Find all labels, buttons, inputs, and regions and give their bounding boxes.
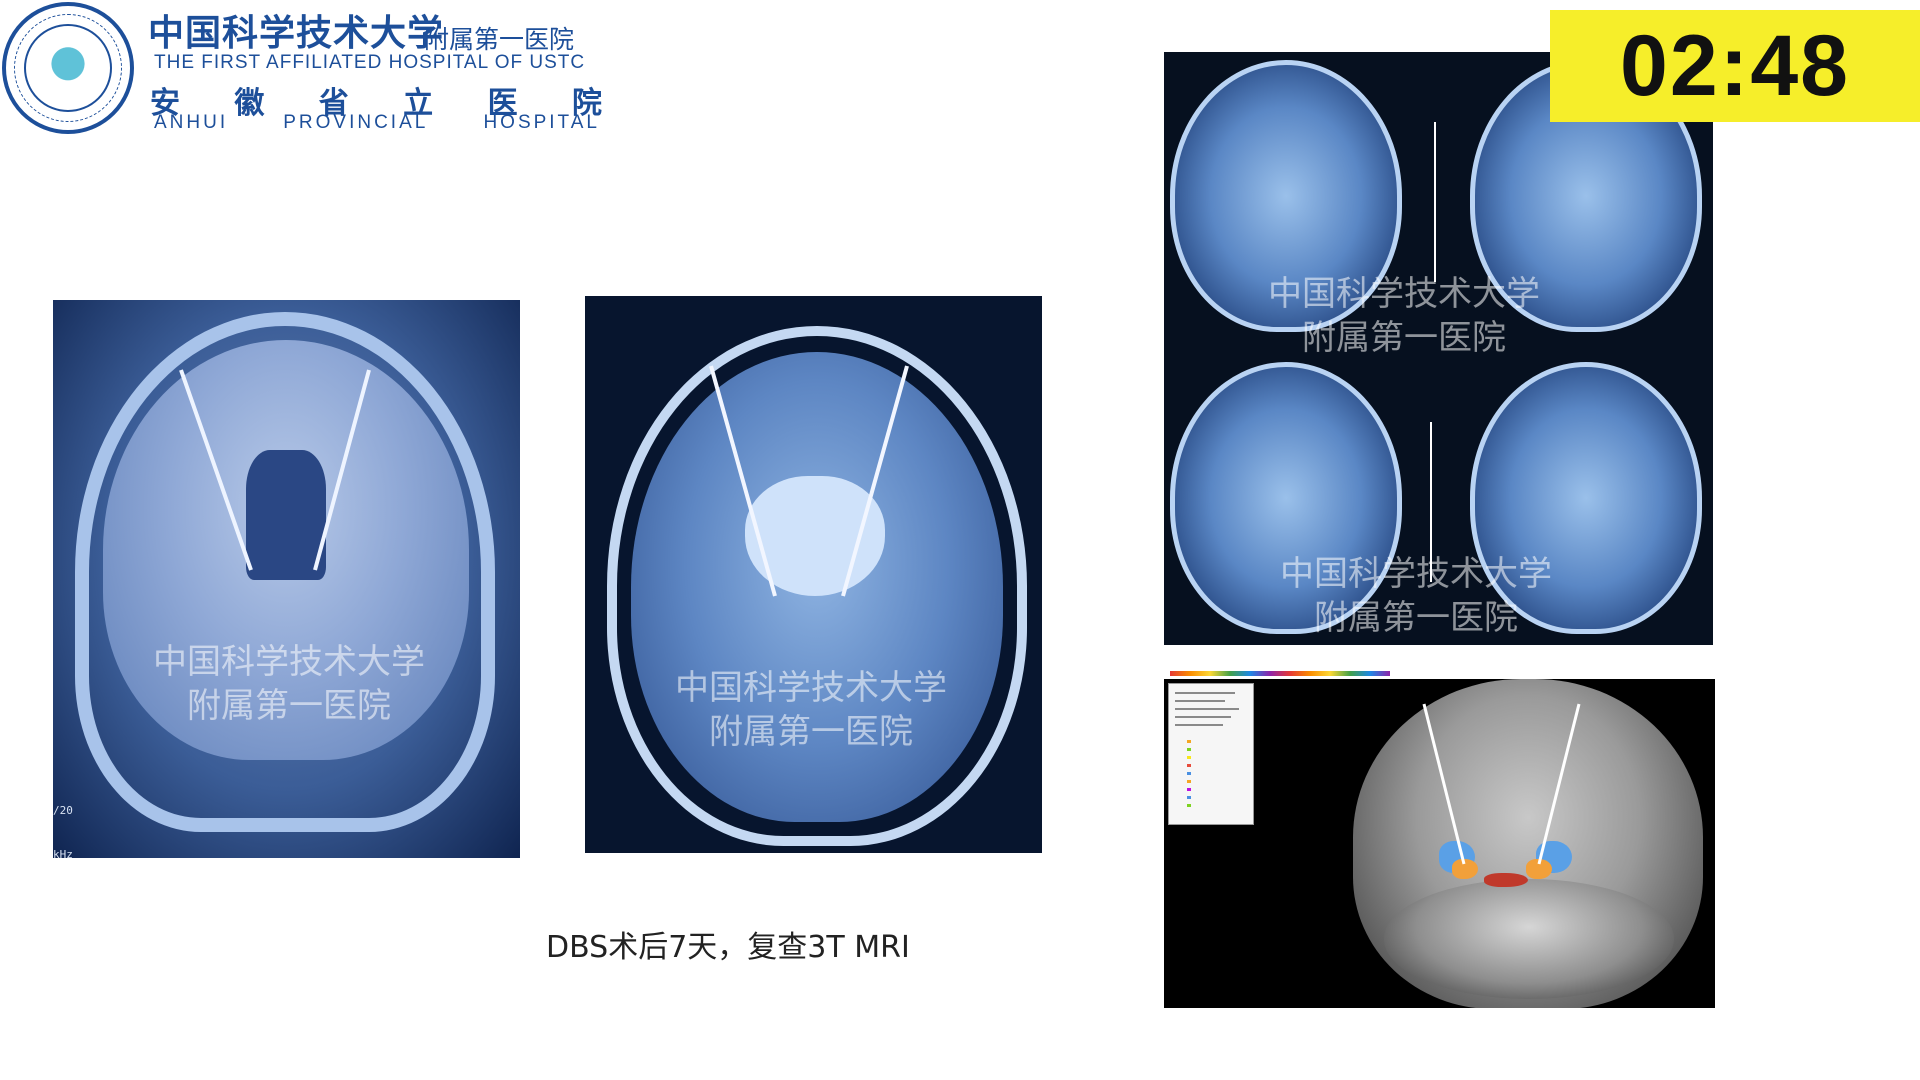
watermark-line-2: 附属第一医院 — [187, 686, 391, 726]
film-scale-bar — [1434, 122, 1436, 282]
watermark-line-2: 附属第一医院 — [709, 712, 913, 752]
watermark: 中国科学技术大学 附属第一医院 — [153, 640, 425, 728]
watermark-line-1: 中国科学技术大学 — [153, 642, 425, 682]
mri-axial-image: 中国科学技术大学 附属第一医院 — [585, 296, 1042, 853]
watermark-line-2: 附属第一医院 — [1314, 598, 1518, 638]
watermark-line-1: 中国科学技术大学 — [675, 668, 947, 708]
electrode-leads — [709, 365, 909, 597]
logo-emblem — [24, 24, 112, 112]
provincial-hospital-en: ANHUI PROVINCIAL HOSPITAL — [154, 112, 600, 134]
slide-caption: DBS术后7天，复查3T MRI — [546, 930, 910, 965]
watermark-line-2: 附属第一医院 — [1302, 318, 1506, 358]
watermark: 中国科学技术大学 附属第一医院 — [1268, 272, 1540, 360]
mri-corner-label: /20 — [53, 804, 73, 817]
watermark: 中国科学技术大学 附属第一医院 — [675, 666, 947, 754]
hospital-name-cn-sub: 附属第一医院 — [424, 25, 575, 54]
prov-en-word: PROVINCIAL — [283, 112, 429, 133]
presentation-slide: 中国科学技术大学 附属第一医院 THE FIRST AFFILIATED HOS… — [0, 0, 1920, 1080]
prov-en-word: ANHUI — [154, 112, 229, 133]
mri-corner-label: kHz — [53, 848, 73, 858]
hospital-logo-seal — [2, 2, 134, 134]
watermark-line-1: 中国科学技术大学 — [1280, 554, 1552, 594]
atlas-software-screenshot — [1164, 659, 1715, 1008]
mri-coronal-image: 中国科学技术大学 附属第一医院 /20 kHz — [53, 300, 520, 858]
timer-value: 02:48 — [1620, 18, 1850, 114]
watermark: 中国科学技术大学 附属第一医院 — [1280, 552, 1552, 640]
hospital-name-cn: 中国科学技术大学 — [148, 12, 445, 54]
watermark-line-1: 中国科学技术大学 — [1268, 274, 1540, 314]
prov-en-word: HOSPITAL — [483, 112, 600, 133]
mri-film-four-panel: 中国科学技术大学 附属第一医院 中国科学技术大学 附属第一医院 — [1164, 52, 1713, 645]
electrode-leads — [179, 369, 371, 571]
hospital-name-en: THE FIRST AFFILIATED HOSPITAL OF USTC — [154, 52, 586, 73]
countdown-timer: 02:48 — [1550, 10, 1920, 122]
atlas-electrode-leads — [1422, 703, 1581, 865]
